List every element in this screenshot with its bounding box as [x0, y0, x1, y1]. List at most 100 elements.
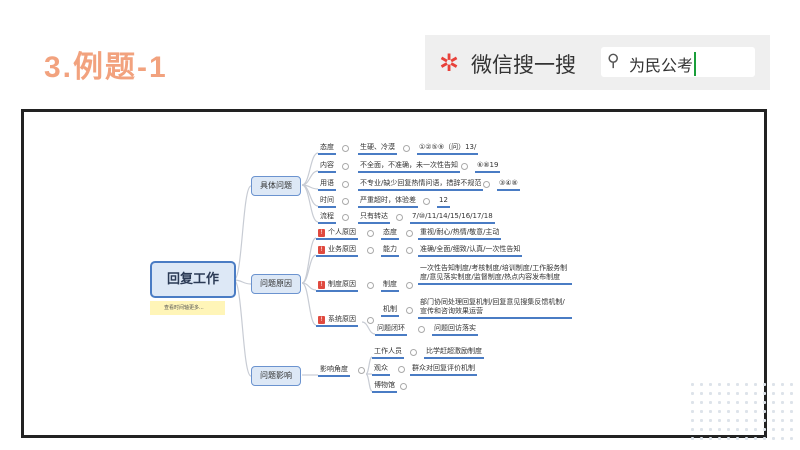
reason-type[interactable]: 态度: [381, 228, 399, 240]
impact-subject[interactable]: 观众: [372, 364, 390, 376]
collapse-toggle[interactable]: [403, 145, 410, 152]
collapse-toggle[interactable]: [410, 349, 417, 356]
collapse-toggle[interactable]: [358, 367, 365, 374]
node-label: ③④⑧: [499, 179, 518, 187]
node-label: 内容: [320, 161, 334, 169]
issue-detail[interactable]: 不专业/缺少回复热情问语，措辞不规范: [358, 179, 484, 191]
issue-reference[interactable]: ③④⑧: [497, 179, 520, 191]
reason-type[interactable]: 能力: [381, 245, 399, 257]
issue-detail[interactable]: 严重超时，体验差: [358, 196, 418, 208]
node-label: 只有转达: [360, 212, 388, 220]
collapse-toggle[interactable]: [406, 247, 413, 254]
impact-node[interactable]: 影响角度: [318, 365, 350, 377]
node-label: ⑥⑧19: [477, 161, 499, 169]
node-label: 问题回访落实: [434, 324, 476, 332]
node-label: 个人原因: [328, 228, 356, 236]
issue-reference[interactable]: ①②⑤⑨（问）13/: [417, 143, 479, 155]
collapse-toggle[interactable]: [367, 317, 374, 324]
collapse-toggle[interactable]: [342, 181, 349, 188]
reason-type[interactable]: 机制: [381, 305, 399, 317]
collapse-toggle[interactable]: [342, 163, 349, 170]
search-query[interactable]: 为民公考: [629, 52, 697, 76]
brand-label: 微信搜一搜: [471, 53, 576, 77]
node-label: 影响角度: [320, 365, 348, 373]
reason-detail[interactable]: 准确/全面/细致/认真/一次性告知: [418, 245, 523, 257]
collapse-toggle[interactable]: [342, 198, 349, 205]
issue-detail[interactable]: 不全面，不准确，未一次性告知: [358, 161, 460, 173]
issue-reference[interactable]: 12: [437, 196, 450, 208]
issue-reference[interactable]: 7/⑩/11/14/15/16/17/18: [410, 212, 495, 224]
reason-detail[interactable]: 重视/耐心/热情/敬意/主动: [418, 228, 502, 240]
impact-detail[interactable]: 群众对回复评价机制: [410, 364, 477, 376]
collapse-toggle[interactable]: [461, 163, 468, 170]
collapse-toggle[interactable]: [423, 198, 430, 205]
collapse-toggle[interactable]: [367, 247, 374, 254]
impact-subject[interactable]: 工作人员: [372, 347, 404, 359]
collapse-toggle[interactable]: [342, 214, 349, 221]
reason-category[interactable]: ! 业务原因: [316, 245, 358, 257]
collapse-toggle[interactable]: [396, 214, 403, 221]
node-label: 准确/全面/细致/认真/一次性告知: [420, 245, 521, 253]
closure-node[interactable]: 问题闭环: [375, 324, 407, 336]
issue-category[interactable]: 时间: [318, 196, 336, 208]
node-label: ①②⑤⑨（问）13/: [419, 143, 477, 151]
issue-category[interactable]: 流程: [318, 212, 336, 224]
node-label: 比学赶超激励制度: [426, 347, 482, 355]
collapse-toggle[interactable]: [418, 326, 425, 333]
collapse-toggle[interactable]: [406, 307, 413, 314]
branch-node[interactable]: 问题原因: [251, 274, 301, 294]
slide-title: 3.例题-1: [44, 51, 168, 84]
issue-detail[interactable]: 只有转达: [358, 212, 390, 224]
reason-category[interactable]: ! 个人原因: [316, 228, 358, 240]
node-label: 工作人员: [374, 347, 402, 355]
closure-detail[interactable]: 问题回访落实: [432, 324, 478, 336]
collapse-toggle[interactable]: [483, 181, 490, 188]
decorative-dots: [688, 380, 793, 445]
collapse-toggle[interactable]: [367, 282, 374, 289]
node-label: 系统原因: [328, 315, 356, 323]
wechat-search-bar: ✲ 微信搜一搜 ⚲ 为民公考: [425, 35, 770, 90]
priority-icon: !: [318, 229, 325, 237]
collapse-toggle[interactable]: [342, 145, 349, 152]
connector: [301, 184, 319, 223]
reason-detail[interactable]: 部门协同处理回复机制/回复意见搜集反馈机制/宣传和咨询效果运营: [418, 298, 572, 319]
issue-detail[interactable]: 生硬、冷漠: [358, 143, 397, 155]
node-label: 机制: [383, 305, 397, 313]
connector: [233, 279, 252, 377]
priority-icon: !: [318, 281, 325, 289]
node-label: 业务原因: [328, 245, 356, 253]
branch-node[interactable]: 问题影响: [251, 366, 301, 386]
node-label: 12: [439, 196, 448, 204]
issue-category[interactable]: 用语: [318, 179, 336, 191]
node-label: 不全面，不准确，未一次性告知: [360, 161, 458, 169]
priority-icon: !: [318, 246, 325, 254]
node-label: 问题闭环: [377, 324, 405, 332]
connector: [301, 237, 317, 284]
issue-category[interactable]: 态度: [318, 143, 336, 155]
node-label: 严重超时，体验差: [360, 196, 416, 204]
node-label: 流程: [320, 212, 334, 220]
reason-category[interactable]: ! 制度原因: [316, 280, 358, 292]
node-label: 态度: [383, 228, 397, 236]
search-input[interactable]: ⚲ 为民公考: [601, 47, 755, 77]
node-label: 一次性告知制度/考核制度/培训制度/工作服务制度/意见落实制度/监督制度/热点内…: [420, 264, 568, 281]
root-node[interactable]: 回复工作: [150, 261, 236, 298]
impact-subject[interactable]: 博物馆: [372, 381, 397, 393]
impact-detail[interactable]: 比学赶超激励制度: [424, 347, 484, 359]
collapse-toggle[interactable]: [400, 383, 407, 390]
collapse-toggle[interactable]: [367, 230, 374, 237]
collapse-toggle[interactable]: [406, 282, 413, 289]
branch-node[interactable]: 具体问题: [251, 176, 301, 196]
node-label: 7/⑩/11/14/15/16/17/18: [412, 212, 493, 220]
node-label: 用语: [320, 179, 334, 187]
issue-category[interactable]: 内容: [318, 161, 336, 173]
node-label: 态度: [320, 143, 334, 151]
reason-detail[interactable]: 一次性告知制度/考核制度/培训制度/工作服务制度/意见落实制度/监督制度/热点内…: [418, 264, 572, 285]
collapse-toggle[interactable]: [398, 366, 405, 373]
node-label: 时间: [320, 196, 334, 204]
issue-reference[interactable]: ⑥⑧19: [475, 161, 501, 173]
node-label: 制度: [383, 280, 397, 288]
reason-category[interactable]: ! 系统原因: [316, 315, 358, 327]
reason-type[interactable]: 制度: [381, 280, 399, 292]
collapse-toggle[interactable]: [406, 230, 413, 237]
